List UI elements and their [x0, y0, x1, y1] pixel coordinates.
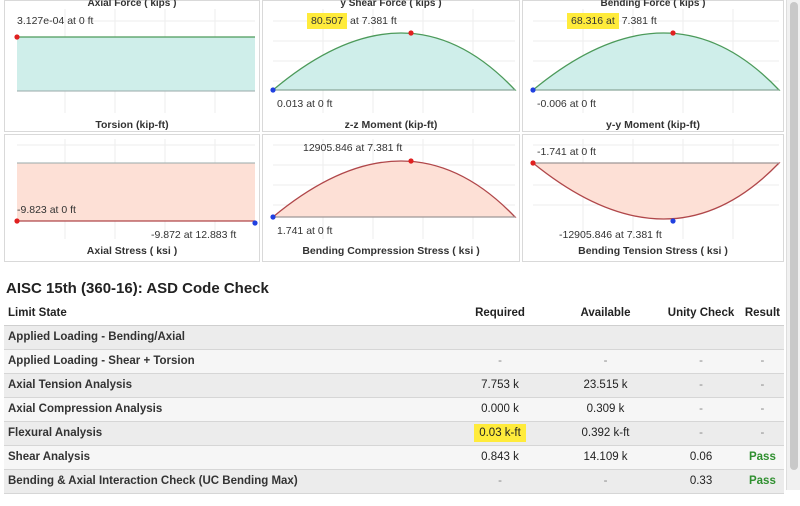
bending-tension-chart: -1.741 at 0 ft -12905.846 at 7.381 ft Be… — [522, 134, 784, 262]
code-check-title: AISC 15th (360-16): ASD Code Check — [6, 280, 269, 297]
axial-stress-caption: Axial Stress ( ksi ) — [86, 245, 178, 257]
yy-moment-caption: y-y Moment (kip-ft) — [606, 119, 700, 131]
bending-tension-start-label: -1.741 at 0 ft — [537, 146, 596, 158]
yy-moment-min-label: -0.006 at 0 ft — [537, 98, 596, 110]
axial-stress-chart: -9.823 at 0 ft -9.872 at 12.883 ft Axial… — [4, 134, 260, 262]
table-row[interactable]: Applied Loading - Bending/Axial — [4, 325, 784, 350]
torsion-fill — [17, 37, 255, 91]
col-limit-state[interactable]: Limit State — [4, 302, 451, 326]
vertical-scrollbar[interactable] — [786, 0, 800, 490]
table-row[interactable]: Bending & Axial Interaction Check (UC Be… — [4, 469, 784, 494]
table-row[interactable]: Shear Analysis 0.843 k 14.109 k 0.06 Pas… — [4, 445, 784, 470]
code-check-table: Limit State Required Available Unity Che… — [4, 302, 784, 494]
zz-moment-min-label: 0.013 at 0 ft — [277, 98, 333, 110]
yy-moment-max-value: 68.316 at — [567, 13, 619, 29]
zz-moment-max-label: 80.507 at 7.381 ft — [307, 13, 397, 29]
yy-moment-chart: Bending Force ( kips ) 68.316 at 7.381 f… — [522, 0, 784, 132]
col-unity-check[interactable]: Unity Check — [661, 302, 741, 326]
table-row[interactable]: Axial Tension Analysis 7.753 k 23.515 k … — [4, 373, 784, 398]
bending-tension-min-label: -12905.846 at 7.381 ft — [559, 229, 662, 241]
zz-moment-chart: y Shear Force ( kips ) 80.507 at 7.381 f… — [262, 0, 520, 132]
scrollbar-thumb[interactable] — [790, 2, 798, 470]
zz-moment-max-value: 80.507 — [307, 13, 348, 29]
torsion-caption: Torsion (kip-ft) — [95, 119, 169, 131]
bending-tension-caption: Bending Tension Stress ( ksi ) — [578, 245, 728, 257]
table-row[interactable]: Applied Loading - Shear + Torsion - - - … — [4, 349, 784, 374]
axial-stress-plot — [14, 139, 258, 239]
status-badge: Pass — [740, 445, 784, 470]
max-marker — [14, 34, 20, 40]
flexural-required-highlight: 0.03 k-ft — [474, 424, 526, 442]
status-badge: Pass — [740, 469, 784, 494]
bending-compression-max-label: 12905.846 at 7.381 ft — [303, 142, 403, 154]
col-result[interactable]: Result — [740, 302, 784, 326]
table-row[interactable]: Flexural Analysis 0.03 k-ft 0.392 k-ft -… — [4, 421, 784, 446]
bending-compression-min-label: 1.741 at 0 ft — [277, 225, 333, 237]
torsion-max-label: 3.127e-04 at 0 ft — [17, 15, 94, 27]
yy-moment-max-label: 68.316 at 7.381 ft — [567, 13, 657, 29]
table-header-row: Limit State Required Available Unity Che… — [4, 302, 784, 326]
bending-compression-caption: Bending Compression Stress ( ksi ) — [302, 245, 480, 257]
torsion-chart: Axial Force ( kips ) 3.127e-04 at 0 ft T… — [4, 0, 260, 132]
col-required[interactable]: Required — [450, 302, 550, 326]
bending-compression-chart: 12905.846 at 7.381 ft 1.741 at 0 ft Bend… — [262, 134, 520, 262]
axial-stress-start-label: -9.823 at 0 ft — [17, 204, 76, 216]
table-row[interactable]: Axial Compression Analysis 0.000 k 0.309… — [4, 397, 784, 422]
col-available[interactable]: Available — [549, 302, 662, 326]
bending-compression-plot — [270, 139, 517, 239]
zz-moment-caption: z-z Moment (kip-ft) — [344, 119, 438, 131]
axial-stress-end-label: -9.872 at 12.883 ft — [151, 229, 237, 241]
diagram-grid: Axial Force ( kips ) 3.127e-04 at 0 ft T… — [0, 0, 786, 268]
